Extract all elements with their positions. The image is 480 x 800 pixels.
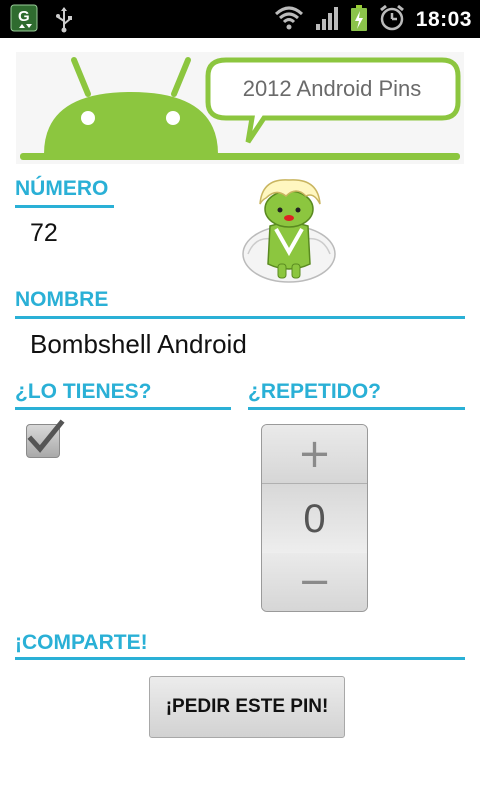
lo-tienes-label: ¿LO TIENES? xyxy=(15,380,152,403)
checkmark-icon xyxy=(27,419,65,453)
pin-image xyxy=(236,174,342,286)
comparte-divider xyxy=(15,657,465,660)
app-banner: 2012 Android Pins xyxy=(16,52,464,164)
repetido-value[interactable]: 0 xyxy=(262,483,367,555)
repetido-divider xyxy=(248,407,465,410)
nombre-divider xyxy=(15,316,465,319)
nombre-label: NOMBRE xyxy=(15,288,109,311)
alarm-icon xyxy=(378,4,406,36)
repetido-label: ¿REPETIDO? xyxy=(248,380,382,403)
comparte-label: ¡COMPARTE! xyxy=(15,631,148,654)
numero-divider xyxy=(15,205,114,208)
numero-value: 72 xyxy=(30,219,58,247)
banner-title: 2012 Android Pins xyxy=(243,76,422,101)
app-notification-icon: G xyxy=(10,4,40,38)
wifi-icon xyxy=(274,4,304,36)
lo-tienes-checkbox[interactable] xyxy=(26,419,65,458)
numero-label: NÚMERO xyxy=(15,177,109,200)
decrement-button[interactable]: − xyxy=(262,553,367,611)
nombre-value: Bombshell Android xyxy=(30,329,247,359)
minus-icon: − xyxy=(297,559,332,605)
clock: 18:03 xyxy=(415,8,472,31)
repetido-stepper[interactable]: + 0 − xyxy=(261,424,368,612)
svg-text:G: G xyxy=(18,8,30,25)
increment-button[interactable]: + xyxy=(262,425,367,483)
pedir-pin-button[interactable]: ¡PEDIR ESTE PIN! xyxy=(149,676,345,738)
status-bar: G 18:03 xyxy=(0,0,480,38)
plus-icon: + xyxy=(297,431,332,477)
battery-charging-icon xyxy=(350,4,368,36)
lo-tienes-divider xyxy=(15,407,231,410)
signal-icon xyxy=(314,4,340,36)
usb-icon xyxy=(54,5,74,37)
